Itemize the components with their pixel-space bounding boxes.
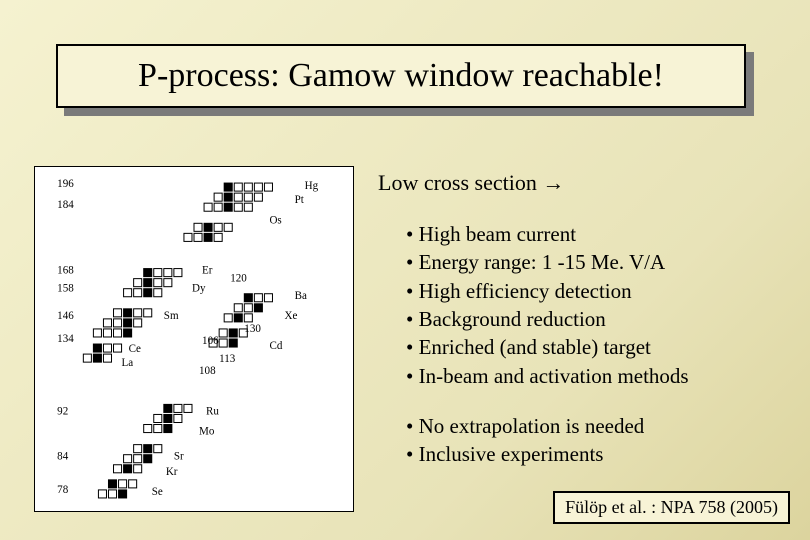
svg-text:78: 78 xyxy=(57,484,69,496)
svg-text:Er: Er xyxy=(202,265,213,277)
nuclide-chart-svg: 196Hg 184Pt Os 168Er 158Dy 146Sm 134 Ce … xyxy=(41,173,347,505)
list-item: Background reduction xyxy=(406,305,798,333)
list-item: High beam current xyxy=(406,220,798,248)
subheading: Low cross section → xyxy=(378,170,798,196)
svg-text:Xe: Xe xyxy=(285,310,298,322)
bullet-list-primary: High beam current Energy range: 1 -15 Me… xyxy=(378,220,798,390)
svg-text:Ru: Ru xyxy=(206,405,219,417)
nuclide-chart: 196Hg 184Pt Os 168Er 158Dy 146Sm 134 Ce … xyxy=(34,166,354,512)
list-item: No extrapolation is needed xyxy=(406,412,798,440)
svg-text:Os: Os xyxy=(269,214,281,226)
slide-title: P-process: Gamow window reachable! xyxy=(138,57,664,95)
svg-text:La: La xyxy=(122,357,134,369)
svg-text:184: 184 xyxy=(57,199,74,211)
svg-text:130: 130 xyxy=(244,323,261,335)
content-column: Low cross section → High beam current En… xyxy=(378,170,798,491)
svg-text:146: 146 xyxy=(57,310,74,322)
svg-text:108: 108 xyxy=(199,365,216,377)
svg-text:Hg: Hg xyxy=(305,180,319,192)
svg-text:Ba: Ba xyxy=(295,290,307,302)
svg-text:134: 134 xyxy=(57,333,74,345)
svg-text:Ce: Ce xyxy=(129,343,141,355)
svg-text:Mo: Mo xyxy=(199,426,215,438)
list-item: Inclusive experiments xyxy=(406,440,798,468)
svg-text:Sr: Sr xyxy=(174,451,184,463)
svg-text:Dy: Dy xyxy=(192,283,206,295)
slide: P-process: Gamow window reachable! xyxy=(0,0,810,540)
reference-text: Fülöp et al. : NPA 758 (2005) xyxy=(565,497,778,517)
svg-text:168: 168 xyxy=(57,265,74,277)
svg-text:106: 106 xyxy=(202,335,219,347)
svg-text:196: 196 xyxy=(57,178,74,190)
svg-text:92: 92 xyxy=(57,405,68,417)
svg-text:Se: Se xyxy=(152,486,163,498)
svg-text:84: 84 xyxy=(57,451,69,463)
svg-text:Sm: Sm xyxy=(164,310,179,322)
bullet-list-secondary: No extrapolation is needed Inclusive exp… xyxy=(378,412,798,469)
title-box: P-process: Gamow window reachable! xyxy=(56,44,746,108)
list-item: In-beam and activation methods xyxy=(406,362,798,390)
list-item: Energy range: 1 -15 Me. V/A xyxy=(406,248,798,276)
svg-text:Cd: Cd xyxy=(269,340,282,352)
svg-text:113: 113 xyxy=(219,353,236,365)
svg-text:120: 120 xyxy=(230,273,247,285)
list-item: Enriched (and stable) target xyxy=(406,333,798,361)
svg-text:158: 158 xyxy=(57,283,74,295)
list-item: High efficiency detection xyxy=(406,277,798,305)
svg-text:Pt: Pt xyxy=(295,194,304,206)
reference-box: Fülöp et al. : NPA 758 (2005) xyxy=(553,491,790,524)
svg-text:Kr: Kr xyxy=(166,466,178,478)
